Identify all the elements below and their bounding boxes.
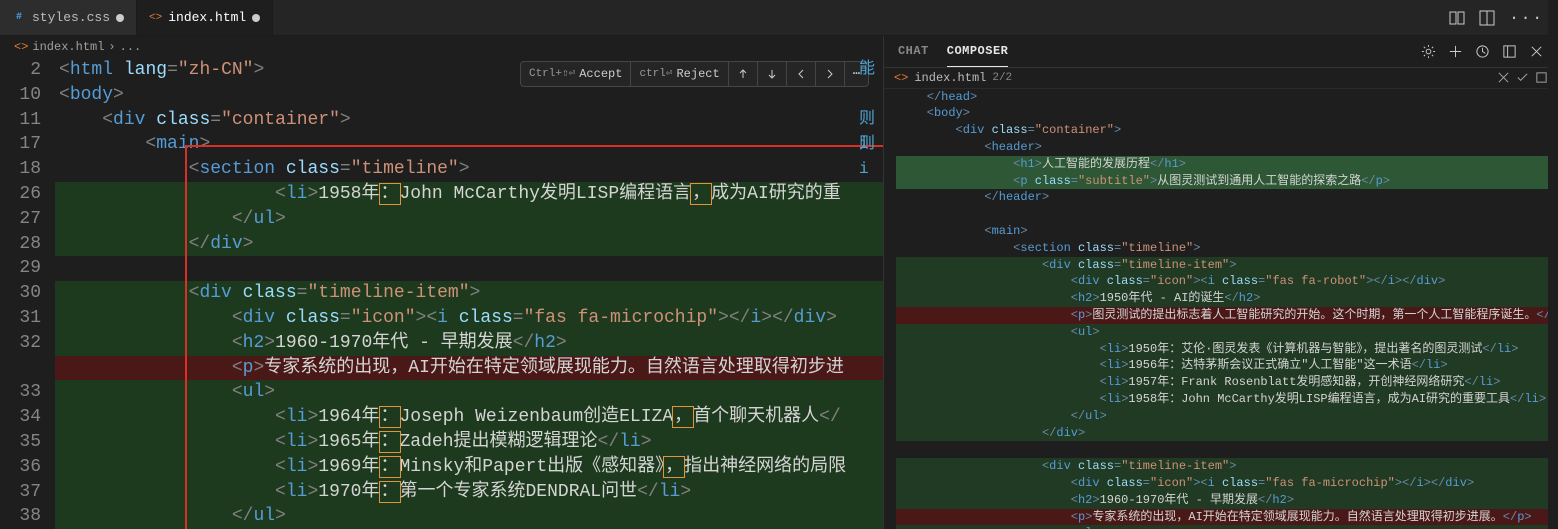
composer-change-count: 2/2: [992, 72, 1012, 84]
composer-diff-view[interactable]: </head> <body> <div class="container"> <…: [884, 89, 1558, 529]
tab-styles-css[interactable]: # styles.css: [0, 0, 137, 35]
diff-line[interactable]: <li>1956年：达特茅斯会议正式确立"人工智能"这一术语</li>: [896, 357, 1558, 374]
diff-line[interactable]: </div>: [896, 425, 1558, 442]
diff-line[interactable]: <div class="icon"><i class="fas fa-robot…: [896, 273, 1558, 290]
css-icon: #: [12, 11, 26, 25]
code-line[interactable]: <main>: [55, 132, 883, 157]
editor-body[interactable]: 21011171826272829303132333435363738 Ctrl…: [0, 58, 883, 529]
code-line[interactable]: <li>1958年：John McCarthy发明LISP编程语言，成为AI研究…: [55, 182, 883, 207]
diff-line[interactable]: <div class="icon"><i class="fas fa-micro…: [896, 475, 1558, 492]
code-line[interactable]: <section class="timeline">: [55, 157, 883, 182]
diff-line[interactable]: <section class="timeline">: [896, 240, 1558, 257]
diff-line[interactable]: <p>专家系统的出现，AI开始在特定领域展现能力。自然语言处理取得初步进展。</…: [896, 509, 1558, 526]
diff-line[interactable]: </head>: [896, 89, 1558, 106]
breadcrumb[interactable]: <> index.html › ...: [0, 36, 883, 58]
diff-line[interactable]: <ul>: [896, 324, 1558, 341]
code-line[interactable]: [55, 256, 883, 281]
tab-index-html[interactable]: <> index.html: [137, 0, 273, 35]
html-icon: <>: [14, 40, 28, 54]
diff-line[interactable]: <li>1950年：艾伦·图灵发表《计算机器与智能》，提出著名的图灵测试</li…: [896, 341, 1558, 358]
composer-file-row[interactable]: <> index.html 2/2: [884, 68, 1558, 89]
code-line[interactable]: <div class="container">: [55, 108, 883, 133]
diff-line[interactable]: [896, 441, 1558, 458]
code-line[interactable]: </ul>: [55, 504, 883, 529]
diff-line[interactable]: <h2>1950年代 - AI的诞生</h2>: [896, 290, 1558, 307]
close-icon[interactable]: [1529, 44, 1544, 59]
editor-actions: ···: [1435, 0, 1558, 35]
diff-line[interactable]: <div class="timeline-item">: [896, 458, 1558, 475]
tab-label: styles.css: [32, 10, 110, 25]
diff-line[interactable]: <div class="timeline-item">: [896, 257, 1558, 274]
diff-line[interactable]: <p class="subtitle">从图灵测试到通用人工智能的探索之路</p…: [896, 173, 1558, 190]
tab-composer[interactable]: COMPOSER: [947, 44, 1009, 67]
diff-line[interactable]: <li>1957年：Frank Rosenblatt发明感知器，开创神经网络研究…: [896, 374, 1558, 391]
dirty-indicator-icon: [252, 14, 260, 22]
tab-chat[interactable]: CHAT: [898, 44, 929, 58]
breadcrumb-file: index.html: [32, 40, 104, 54]
side-tabs: CHAT COMPOSER: [884, 36, 1558, 68]
diff-line[interactable]: <header>: [896, 139, 1558, 156]
minimap-scrollbar[interactable]: [1548, 0, 1558, 529]
code-line[interactable]: <h2>1960-1970年代 - 早期发展</h2>: [55, 331, 883, 356]
html-icon: <>: [894, 71, 908, 85]
diff-line[interactable]: [896, 206, 1558, 223]
composer-panel: CHAT COMPOSER <> index.html 2/2 </head> …: [884, 36, 1558, 529]
code-line[interactable]: <li>1965年：Zadeh提出模糊逻辑理论</li>: [55, 430, 883, 455]
editor-pane: <> index.html › ... 21011171826272829303…: [0, 36, 884, 529]
tab-bar: # styles.css <> index.html ···: [0, 0, 1558, 36]
diff-line[interactable]: <main>: [896, 223, 1558, 240]
code-line[interactable]: <li>1964年：Joseph Weizenbaum创造ELIZA，首个聊天机…: [55, 405, 883, 430]
gear-icon[interactable]: [1421, 44, 1436, 59]
dirty-indicator-icon: [116, 14, 124, 22]
line-gutter: 21011171826272829303132333435363738: [0, 58, 55, 529]
code-line[interactable]: <body>: [55, 83, 883, 108]
diff-line[interactable]: <div class="container">: [896, 122, 1558, 139]
diff-line[interactable]: </header>: [896, 189, 1558, 206]
code-line[interactable]: <p>专家系统的出现，AI开始在特定领域展现能力。自然语言处理取得初步进: [55, 356, 883, 381]
code-lines[interactable]: Ctrl+⇧⏎ Accept ctrl⏎ Reject ⋯ <html lang…: [55, 58, 883, 529]
diff-line[interactable]: <body>: [896, 105, 1558, 122]
more-icon[interactable]: ···: [1509, 9, 1544, 27]
diff-line[interactable]: <h1>人工智能的发展历程</h1>: [896, 156, 1558, 173]
code-line[interactable]: <li>1970年：第一个专家系统DENDRAL问世</li>: [55, 480, 883, 505]
diff-icon[interactable]: [1449, 10, 1465, 26]
code-line[interactable]: <li>1969年：Minsky和Papert出版《感知器》，指出神经网络的局限: [55, 455, 883, 480]
diff-line[interactable]: </ul>: [896, 408, 1558, 425]
code-line[interactable]: <div class="icon"><i class="fas fa-micro…: [55, 306, 883, 331]
code-line[interactable]: <html lang="zh-CN">: [55, 58, 883, 83]
code-line[interactable]: </ul>: [55, 207, 883, 232]
breadcrumb-sep: ›: [108, 40, 115, 54]
history-icon[interactable]: [1475, 44, 1490, 59]
check-icon[interactable]: [1516, 71, 1529, 84]
diff-line[interactable]: <h2>1960-1970年代 - 早期发展</h2>: [896, 492, 1558, 509]
close-icon[interactable]: [1497, 71, 1510, 84]
html-icon: <>: [149, 12, 162, 24]
diff-line[interactable]: <p>图灵测试的提出标志着人工智能研究的开始。这个时期，第一个人工智能程序诞生。…: [896, 307, 1558, 324]
breadcrumb-rest: ...: [120, 40, 142, 54]
code-line[interactable]: <ul>: [55, 380, 883, 405]
split-icon[interactable]: [1479, 10, 1495, 26]
code-line[interactable]: <div class="timeline-item">: [55, 281, 883, 306]
maximize-icon[interactable]: [1535, 71, 1548, 84]
plus-icon[interactable]: [1448, 44, 1463, 59]
composer-file-name: index.html: [914, 71, 986, 85]
expand-icon[interactable]: [1502, 44, 1517, 59]
diff-line[interactable]: <ul>: [896, 525, 1558, 529]
tab-label: index.html: [168, 10, 246, 25]
diff-line[interactable]: <li>1958年：John McCarthy发明LISP编程语言，成为AI研究…: [896, 391, 1558, 408]
code-line[interactable]: </div>: [55, 232, 883, 257]
